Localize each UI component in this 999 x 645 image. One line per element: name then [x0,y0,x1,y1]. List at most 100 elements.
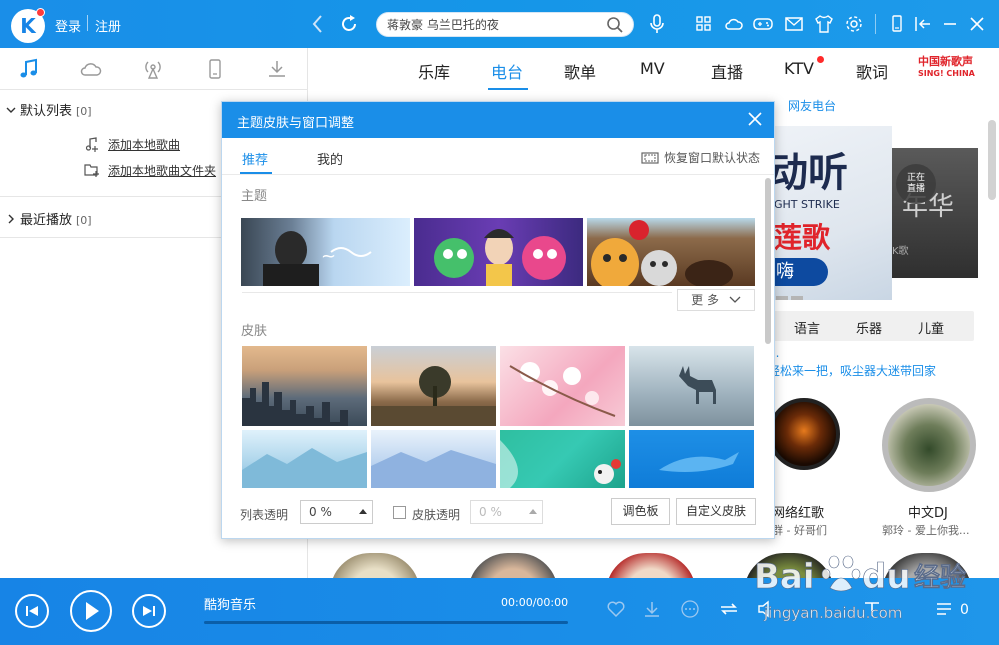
active-tab-underline [488,88,528,90]
skin-thumbnail-3[interactable] [500,346,625,426]
nav-live[interactable]: 直播 [711,59,743,83]
banner-image[interactable]: 动听 GHT STRIKE 莲歌 嗨 [774,126,892,300]
mobile-phone-icon[interactable] [889,12,905,36]
mobile-device-icon[interactable] [204,58,226,80]
refresh-icon[interactable] [338,12,360,36]
skin-thumbnail-4[interactable] [629,346,754,426]
banner-red-text: 莲歌 [774,221,831,254]
download-icon[interactable] [266,58,288,80]
nav-mv[interactable]: MV [640,59,665,78]
music-note-icon[interactable] [18,58,40,80]
now-playing-title: 酷狗音乐 [204,598,257,613]
search-icon[interactable] [606,16,624,34]
register-link[interactable]: 注册 [95,16,121,35]
add-local-folder-link[interactable]: 添加本地歌曲文件夹 [84,162,216,181]
station-cover-chinese-dj[interactable] [882,398,976,492]
settings-gear-icon[interactable] [844,12,864,36]
category-children[interactable]: 儿童 [918,318,944,337]
banner-pagination[interactable] [776,289,806,300]
caret-up-icon[interactable] [359,509,367,514]
list-opacity-value: 0 % [309,505,332,519]
progress-bar[interactable] [204,621,568,624]
subnav-user-radio[interactable]: 网友电台 [788,97,836,114]
gamepad-icon[interactable] [752,12,774,36]
banner-title: 动听 [774,150,848,196]
recent-played-group[interactable]: 最近播放 [0] [6,209,92,228]
skin-thumbnail-6[interactable] [371,430,496,488]
skin-thumbnail-7[interactable] [500,430,625,488]
minimize-icon[interactable] [940,12,960,36]
theme-section-title: 主题 [241,189,268,204]
skin-thumbnail-1[interactable] [242,346,367,426]
microphone-icon[interactable] [647,12,667,36]
nav-ktv[interactable]: KTV [784,59,814,78]
add-local-song-label: 添加本地歌曲 [108,138,181,152]
auth-divider [87,15,88,31]
volume-icon[interactable] [756,600,778,618]
theme-thumbnail-1[interactable]: ~ [241,218,410,286]
live-now-badge[interactable]: 正在 直播 [896,164,936,204]
theme-divider [242,292,672,293]
repeat-mode-icon[interactable] [718,600,740,618]
main-nav: 乐库 电台 歌单 MV 直播 KTV 歌词 中国新歌声 SING! CHINA [308,48,999,92]
station-cover-red-songs[interactable] [768,398,840,470]
theme-thumbnail-2[interactable] [414,218,583,286]
next-track-button[interactable] [132,594,166,628]
promo-line2: 轻松来一把，吸尘器大迷带回家 [768,364,937,378]
add-music-icon [84,136,100,155]
login-link[interactable]: 登录 [55,16,81,35]
palette-button[interactable]: 调色板 [611,498,670,525]
dialog-scrollbar[interactable] [765,178,771,344]
play-button[interactable] [70,590,112,632]
brand-line2: SING! CHINA [918,69,975,78]
live-badge-line1: 正在 [906,173,925,183]
skin-thumbnail-5[interactable] [242,430,367,488]
recent-played-label: 最近播放 [20,213,73,228]
tab-mine[interactable]: 我的 [317,149,343,168]
promo-text[interactable]: ... 轻松来一把，吸尘器大迷带回家 [768,344,936,380]
playback-time: 00:00/00:00 [501,596,569,609]
custom-skin-button[interactable]: 自定义皮肤 [676,498,756,525]
previous-track-button[interactable] [15,594,49,628]
close-icon[interactable] [748,112,762,126]
nav-radio[interactable]: 电台 [491,59,523,83]
content-scrollbar[interactable] [988,120,996,200]
skin-thumbnail-2[interactable] [371,346,496,426]
heart-icon[interactable] [606,600,626,618]
search-input[interactable] [387,13,607,36]
category-language[interactable]: 语言 [794,318,820,337]
more-themes-button[interactable]: 更 多 [677,289,755,311]
skin-shirt-icon[interactable] [814,12,834,36]
category-instrument[interactable]: 乐器 [856,318,882,337]
mini-mode-icon[interactable] [913,12,933,36]
lyrics-toggle-icon[interactable] [862,600,882,618]
playlist-queue-icon[interactable] [934,600,954,618]
apps-grid-icon[interactable] [695,12,713,36]
skin-opacity-label: 皮肤透明 [412,508,461,522]
nav-lyrics[interactable]: 歌词 [856,59,888,83]
download-icon[interactable] [642,600,662,618]
theme-thumbnail-3[interactable] [587,218,755,286]
chevron-down-icon [6,105,16,118]
mail-icon[interactable] [784,12,804,36]
tab-recommended[interactable]: 推荐 [242,149,268,168]
restore-label: 恢复窗口默认状态 [663,151,760,165]
cloud-icon[interactable] [724,12,744,36]
default-list-group[interactable]: 默认列表 [0] [6,100,92,119]
nav-playlist[interactable]: 歌单 [564,59,596,83]
skin-opacity-checkbox[interactable] [393,506,406,519]
sing-china-brand[interactable]: 中国新歌声 SING! CHINA [918,56,975,80]
station-name: 中文DJ [908,506,948,521]
close-window-icon[interactable] [967,12,987,36]
back-arrow-icon[interactable] [308,12,328,36]
caret-up-icon[interactable] [529,509,537,514]
restore-default-window-button[interactable]: 恢复窗口默认状态 [641,149,760,167]
nav-library[interactable]: 乐库 [418,59,450,83]
radio-broadcast-icon[interactable] [142,58,164,80]
skin-opacity-stepper[interactable]: 0 % [470,500,543,524]
list-opacity-stepper[interactable]: 0 % [300,500,373,524]
add-local-song-link[interactable]: 添加本地歌曲 [84,136,180,155]
cloud-icon[interactable] [80,58,102,80]
more-options-icon[interactable] [680,600,700,618]
skin-thumbnail-8[interactable] [629,430,754,488]
